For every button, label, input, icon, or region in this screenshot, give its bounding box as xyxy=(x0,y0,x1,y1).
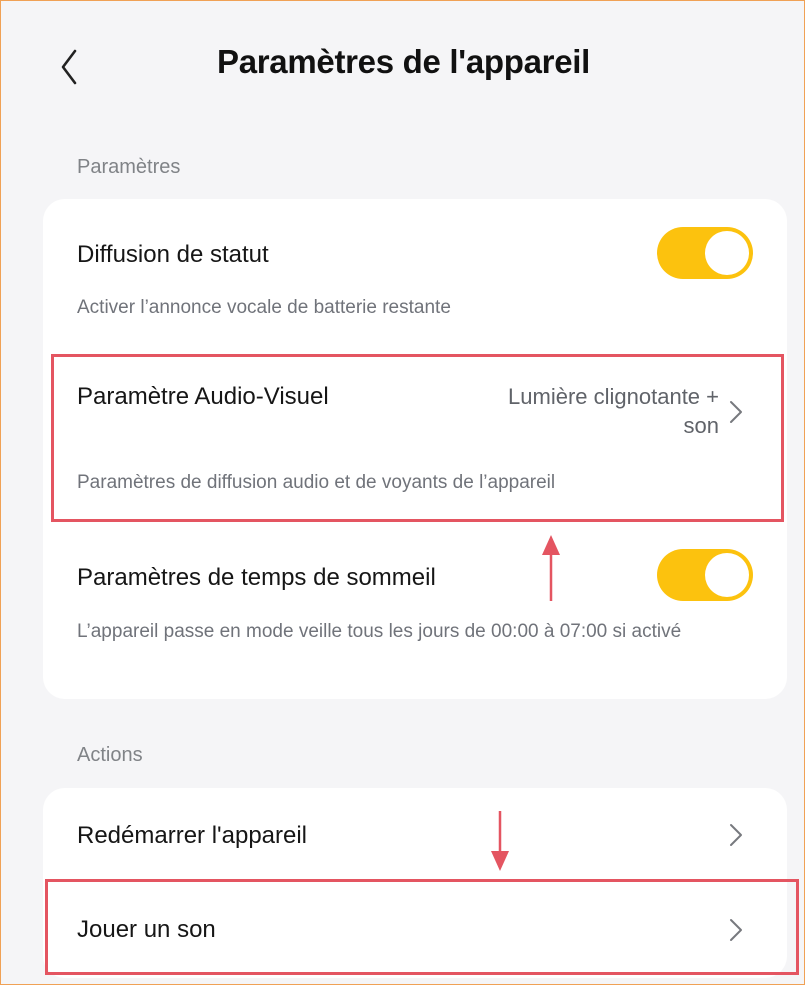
down-arrow-annotation xyxy=(491,811,509,871)
audio-visual-value: Lumière clignotante + son xyxy=(508,383,719,440)
restart-title: Redémarrer l'appareil xyxy=(77,822,308,849)
broadcast-title: Diffusion de statut xyxy=(77,241,269,268)
sleep-subtitle: L’appareil passe en mode veille tous les… xyxy=(77,621,682,642)
audio-visual-subtitle: Paramètres de diffusion audio et de voya… xyxy=(77,472,556,493)
audio-visual-value-line2: son xyxy=(683,412,719,438)
play-sound-title: Jouer un son xyxy=(77,916,216,943)
up-arrow-annotation xyxy=(542,535,560,601)
sleep-title: Paramètres de temps de sommeil xyxy=(77,564,436,591)
settings-card: Diffusion de statut Activer l’annonce vo… xyxy=(43,199,787,699)
section-label-settings: Paramètres xyxy=(77,156,181,178)
chevron-right-icon xyxy=(730,401,742,423)
broadcast-toggle[interactable] xyxy=(657,227,753,279)
audio-visual-title: Paramètre Audio-Visuel xyxy=(77,383,329,410)
screen-frame: Paramètres de l'appareil Paramètres Diff… xyxy=(0,0,805,985)
actions-card: Redémarrer l'appareil Jouer un son xyxy=(43,788,787,978)
audio-visual-value-line1: Lumière clignotante + xyxy=(508,384,719,409)
broadcast-subtitle: Activer l’annonce vocale de batterie res… xyxy=(77,297,451,318)
section-label-actions: Actions xyxy=(77,744,143,766)
toggle-knob xyxy=(705,553,749,597)
header: Paramètres de l'appareil xyxy=(1,1,805,131)
toggle-knob xyxy=(705,231,749,275)
page-title: Paramètres de l'appareil xyxy=(216,43,590,80)
chevron-right-icon xyxy=(730,824,742,846)
sleep-toggle[interactable] xyxy=(657,549,753,601)
chevron-right-icon xyxy=(730,919,742,941)
